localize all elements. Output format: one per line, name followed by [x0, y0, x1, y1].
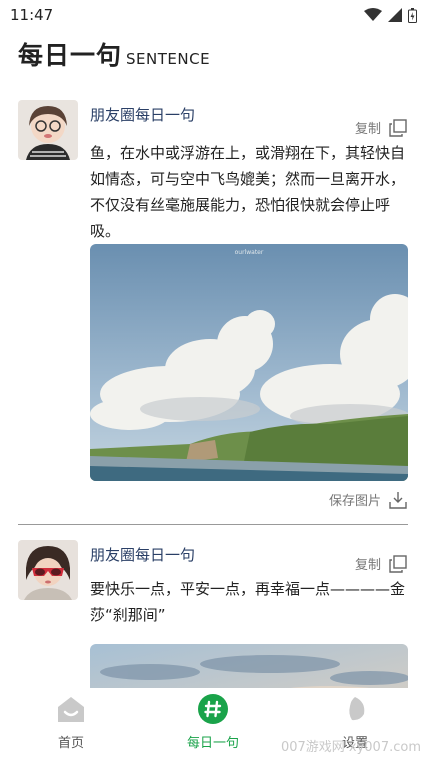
tab-home[interactable]: 首页	[31, 694, 111, 751]
tab-daily-sentence[interactable]: 每日一句	[173, 694, 253, 751]
copy-button[interactable]: 复制	[355, 554, 407, 573]
signal-icon	[388, 8, 402, 22]
post-card: 朋友圈每日一句 复制 鱼，在水中或浮游在上，或滑翔在下，其轻快自如情态，可与空中…	[0, 96, 427, 526]
home-icon	[58, 697, 84, 722]
site-watermark: 007游戏网 xy007.com	[280, 740, 421, 755]
post-card: 朋友圈每日一句 复制 要快乐一点，平安一点，再幸福一点————金莎“刹那间”	[0, 536, 427, 688]
tab-daily-label: 每日一句	[186, 736, 239, 751]
post-author[interactable]: 朋友圈每日一句	[90, 544, 195, 565]
settings-icon	[349, 697, 365, 721]
copy-button[interactable]: 复制	[355, 118, 407, 137]
copy-label: 复制	[354, 122, 381, 137]
hashtag-icon	[198, 694, 228, 724]
post-author[interactable]: 朋友圈每日一句	[90, 104, 195, 125]
post-photo[interactable]: ourlwater	[90, 244, 408, 481]
tab-home-label: 首页	[57, 736, 84, 751]
post-photo[interactable]	[90, 644, 408, 688]
wifi-icon	[364, 8, 382, 21]
copy-icon	[389, 118, 407, 137]
avatar[interactable]	[18, 540, 78, 600]
battery-icon	[408, 7, 417, 23]
save-image-button[interactable]: 保存图片	[329, 490, 407, 509]
download-icon	[389, 491, 407, 509]
post-text: 鱼，在水中或浮游在上，或滑翔在下，其轻快自如情态，可与空中飞鸟媲美；然而一旦离开…	[90, 144, 406, 240]
status-bar: 11:47	[0, 0, 427, 30]
page-header: 每日一句 SENTENCE	[18, 36, 210, 72]
status-time: 11:47	[10, 6, 54, 24]
page-title: 每日一句	[18, 41, 123, 70]
copy-icon	[389, 554, 407, 573]
status-icons	[364, 7, 417, 23]
post-text: 要快乐一点，平安一点，再幸福一点————金莎“刹那间”	[90, 580, 406, 624]
post-divider	[18, 524, 408, 525]
copy-label: 复制	[354, 558, 381, 573]
save-image-label: 保存图片	[328, 494, 381, 509]
page-subtitle: SENTENCE	[126, 50, 211, 68]
avatar[interactable]	[18, 100, 78, 160]
photo-caption: ourlwater	[235, 249, 264, 256]
sentence-feed[interactable]: 朋友圈每日一句 复制 鱼，在水中或浮游在上，或滑翔在下，其轻快自如情态，可与空中…	[0, 96, 427, 688]
